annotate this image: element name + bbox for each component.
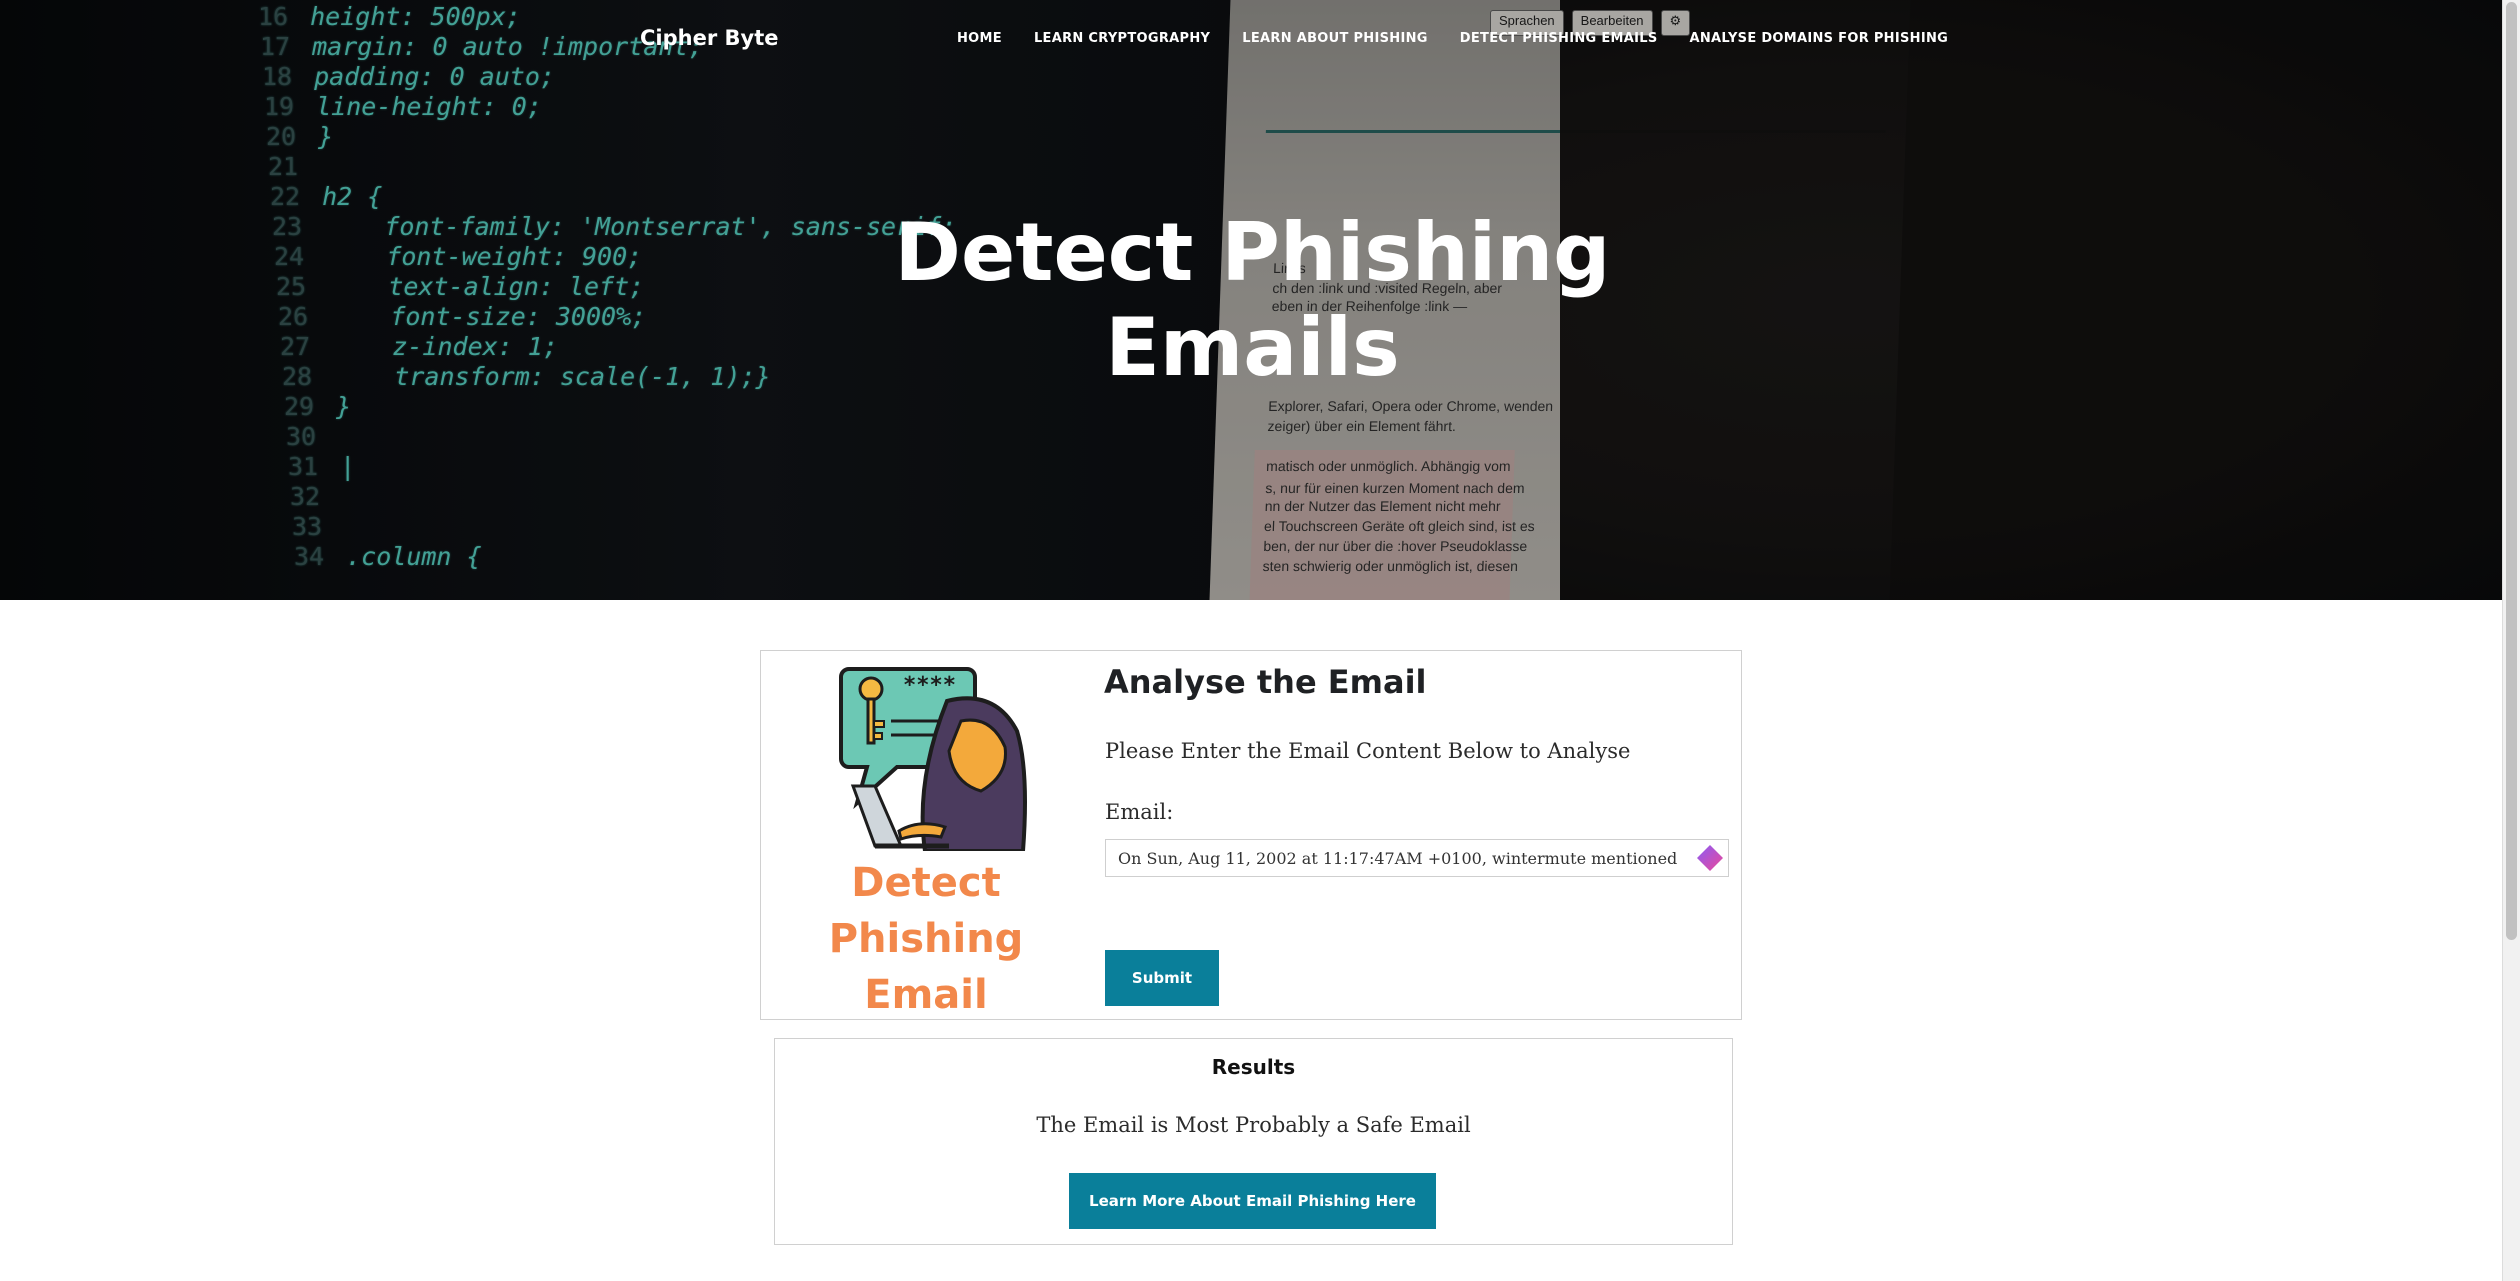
nav-learn-about-phishing[interactable]: LEARN ABOUT PHISHING bbox=[1242, 31, 1428, 46]
analyse-title: Analyse the Email bbox=[1104, 663, 1427, 701]
nav-home[interactable]: HOME bbox=[957, 31, 1002, 46]
results-title: Results bbox=[1211, 1055, 1296, 1079]
analyse-subtitle: Please Enter the Email Content Below to … bbox=[1105, 739, 1631, 763]
results-card: Results The Email is Most Probably a Saf… bbox=[774, 1038, 1733, 1245]
nav-analyse-domains[interactable]: ANALYSE DOMAINS FOR PHISHING bbox=[1689, 31, 1948, 46]
bubble-password-mask: **** bbox=[903, 673, 956, 698]
email-label: Email: bbox=[1105, 800, 1174, 824]
nav-learn-cryptography[interactable]: LEARN CRYPTOGRAPHY bbox=[1034, 31, 1210, 46]
illustration-caption: Detect Phishing Email bbox=[828, 860, 1024, 1018]
main-nav: HOME LEARN CRYPTOGRAPHY LEARN ABOUT PHIS… bbox=[957, 31, 1948, 46]
learn-more-button[interactable]: Learn More About Email Phishing Here bbox=[1069, 1173, 1436, 1229]
page-scrollbar[interactable] bbox=[2502, 0, 2520, 1281]
analyse-email-card: **** Detect Phishing Email Analyse the E… bbox=[760, 650, 1742, 1020]
hero-banner: 16 height: 500px; 17 margin: 0 auto !import… bbox=[0, 0, 2502, 600]
hero-title: Detect Phishing Emails bbox=[894, 206, 1611, 394]
submit-button[interactable]: Submit bbox=[1105, 950, 1219, 1006]
email-input[interactable] bbox=[1105, 839, 1729, 877]
nav-detect-phishing-emails[interactable]: DETECT PHISHING EMAILS bbox=[1460, 31, 1658, 46]
site-brand[interactable]: Cipher Byte bbox=[640, 26, 778, 50]
results-message: The Email is Most Probably a Safe Email bbox=[1036, 1113, 1471, 1137]
scrollbar-thumb[interactable] bbox=[2506, 2, 2517, 940]
